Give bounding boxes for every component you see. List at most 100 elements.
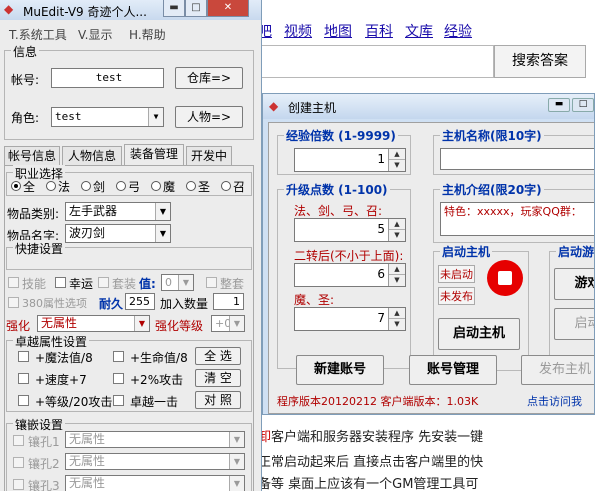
item-type-select[interactable]: 左手武器 ▼ [65, 202, 171, 221]
tab-character-info[interactable]: 人物信息 [62, 146, 122, 165]
chevron-down-icon[interactable]: ▼ [229, 316, 244, 331]
tab-dev[interactable]: 开发中 [186, 146, 232, 165]
visit-link[interactable]: 点击访问我 [527, 393, 582, 409]
chevron-down-icon[interactable]: ▼ [178, 275, 193, 290]
up-arrow-icon[interactable]: ▲ [389, 308, 405, 319]
points-label-magic: 魔、圣: [294, 293, 335, 307]
job-radio-all[interactable] [11, 181, 21, 191]
full-set-checkbox[interactable] [206, 277, 217, 288]
socket1-checkbox[interactable] [13, 435, 24, 446]
job-group: 职业选择 全 法 剑 弓 魔 圣 召 [6, 165, 252, 196]
account-manage-button[interactable]: 账号管理 [409, 355, 497, 385]
enhance-level-select[interactable]: +0 ▼ [211, 315, 245, 332]
job-radio-saint[interactable] [186, 181, 196, 191]
tab-equipment[interactable]: 装备管理 [124, 144, 184, 165]
exc-attack-checkbox[interactable] [113, 373, 124, 384]
points-label-rebirth: 二转后(不小于上面): [294, 249, 404, 263]
role-select[interactable]: test ▼ [51, 107, 164, 127]
menu-view[interactable]: V.显示 [78, 26, 112, 43]
job-radio-sword[interactable] [81, 181, 91, 191]
quick-settings-group: 快捷设置 [6, 240, 252, 270]
chevron-down-icon[interactable]: ▼ [229, 476, 244, 491]
start-host-group: 启动主机 未启动 未发布 启动主机 [433, 243, 529, 371]
set-value-select[interactable]: 0 ▼ [161, 274, 194, 291]
select-all-button[interactable]: 全 选 [195, 347, 241, 365]
game-settings-button[interactable]: 游戏设 [554, 268, 594, 300]
nav-link-tieba[interactable]: 吧 [262, 21, 272, 41]
nav-link-jingyan[interactable]: 经验 [444, 21, 472, 41]
up-arrow-icon[interactable]: ▲ [389, 219, 405, 230]
start-host-button[interactable]: 启动主机 [438, 318, 520, 350]
exc-critical-checkbox[interactable] [113, 395, 124, 406]
minimize-icon[interactable]: ▬ [548, 98, 570, 112]
add-count-input[interactable]: 1 [213, 293, 244, 310]
job-radio-summon[interactable] [221, 181, 231, 191]
job-radio-mage[interactable] [46, 181, 56, 191]
job-radio-bow[interactable] [116, 181, 126, 191]
compare-button[interactable]: 对 照 [195, 391, 241, 409]
socket2-checkbox[interactable] [13, 457, 24, 468]
menu-help[interactable]: H.帮助 [129, 26, 166, 43]
chevron-down-icon[interactable]: ▼ [155, 225, 170, 242]
account-input[interactable]: test [51, 68, 164, 88]
chevron-down-icon[interactable]: ▼ [155, 203, 170, 220]
diamond-icon: ◆ [269, 99, 279, 113]
down-arrow-icon[interactable]: ▼ [389, 230, 405, 241]
socket3-select[interactable]: 无属性 ▼ [65, 475, 245, 491]
close-icon[interactable]: ✕ [207, 0, 249, 17]
character-button[interactable]: 人物=> [175, 106, 243, 128]
chevron-down-icon[interactable]: ▼ [229, 432, 244, 447]
exc-mana-checkbox[interactable] [18, 351, 29, 362]
search-answer-button[interactable]: 搜索答案 [494, 45, 586, 78]
exc-hp-checkbox[interactable] [113, 351, 124, 362]
job-radio-magic[interactable] [151, 181, 161, 191]
muedit-titlebar[interactable]: ◆ MuEdit-V9 奇迹个人... ▬ □ ✕ [0, 0, 261, 20]
item-name-select[interactable]: 波刃剑 ▼ [65, 224, 171, 243]
chevron-down-icon[interactable]: ▼ [148, 108, 163, 126]
points-magic-stepper[interactable]: 7 ▲ ▼ [294, 307, 406, 331]
exc-speed-checkbox[interactable] [18, 373, 29, 384]
stop-status-icon [487, 260, 523, 296]
maximize-icon[interactable]: □ [572, 98, 594, 112]
chevron-down-icon[interactable]: ▼ [134, 316, 149, 331]
enhance-select[interactable]: 无属性 ▼ [37, 315, 150, 332]
set-checkbox[interactable] [98, 277, 109, 288]
durability-input[interactable]: 255 [125, 293, 155, 310]
exc-level-attack-checkbox[interactable] [18, 395, 29, 406]
nav-link-baike[interactable]: 百科 [365, 21, 393, 41]
nav-link-wenku[interactable]: 文库 [405, 21, 433, 41]
points-rebirth-stepper[interactable]: 6 ▲ ▼ [294, 263, 406, 287]
down-arrow-icon[interactable]: ▼ [389, 319, 405, 330]
chevron-down-icon[interactable]: ▼ [229, 454, 244, 469]
socket1-select[interactable]: 无属性 ▼ [65, 431, 245, 448]
warehouse-button[interactable]: 仓库=> [175, 67, 243, 89]
browser-search-input[interactable] [262, 45, 494, 78]
host-intro-input[interactable]: 特色：xxxxx，玩家QQ群： [440, 202, 594, 236]
create-host-titlebar[interactable]: ◆ 创建主机 ▬ □ [263, 94, 594, 119]
clear-button[interactable]: 清 空 [195, 369, 241, 387]
up-arrow-icon[interactable]: ▲ [389, 149, 405, 160]
start-game-button[interactable]: 启动游 [554, 308, 594, 340]
luck-checkbox[interactable] [55, 277, 66, 288]
tab-account-info[interactable]: 帐号信息 [4, 146, 60, 165]
maximize-icon[interactable]: □ [185, 0, 207, 17]
attr380-checkbox[interactable] [8, 297, 19, 308]
nav-link-map[interactable]: 地图 [324, 21, 352, 41]
create-host-window: ◆ 创建主机 ▬ □ 经验倍数 (1-9999) 1 ▲ ▼ 升级点数 (1-10… [262, 93, 595, 415]
nav-link-video[interactable]: 视频 [284, 21, 312, 41]
upgrade-points-group: 升级点数 (1-100) 法、剑、弓、召: 5 ▲ ▼ 二转后(不小于上面): 6… [277, 181, 411, 369]
host-name-input[interactable] [440, 148, 594, 170]
down-arrow-icon[interactable]: ▼ [389, 160, 405, 171]
socket2-select[interactable]: 无属性 ▼ [65, 453, 245, 470]
menu-system-tools[interactable]: T.系统工具 [9, 26, 67, 43]
up-arrow-icon[interactable]: ▲ [389, 264, 405, 275]
new-account-button[interactable]: 新建账号 [296, 355, 384, 385]
points-basic-stepper[interactable]: 5 ▲ ▼ [294, 218, 406, 242]
publish-host-button[interactable]: 发布主机 [521, 355, 594, 385]
minimize-icon[interactable]: ▬ [163, 0, 185, 17]
exp-multiplier-stepper[interactable]: 1 ▲ ▼ [294, 148, 406, 172]
down-arrow-icon[interactable]: ▼ [389, 275, 405, 286]
socket3-checkbox[interactable] [13, 479, 24, 490]
host-intro-group: 主机介绍(限20字) 特色：xxxxx，玩家QQ群： [433, 181, 594, 243]
skill-checkbox[interactable] [8, 277, 19, 288]
